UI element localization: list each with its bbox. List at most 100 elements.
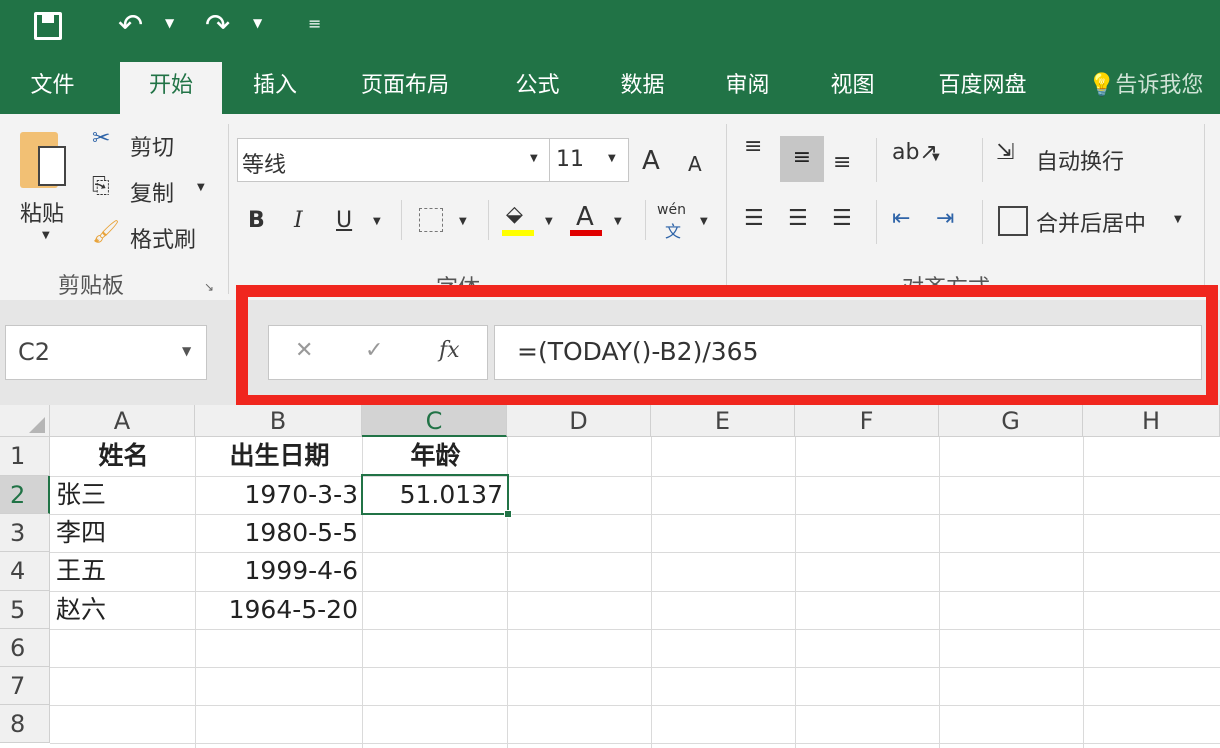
column-header-G[interactable]: G (939, 405, 1083, 437)
font-color-button[interactable]: A (576, 202, 594, 232)
grid-line (795, 437, 796, 748)
row-header-7[interactable]: 7 (0, 667, 50, 705)
cell-A2[interactable]: 张三 (56, 476, 191, 514)
tab-page-layout[interactable]: 页面布局 (345, 62, 465, 114)
cell-B1[interactable]: 出生日期 (201, 437, 358, 475)
ribbon-home: 粘贴 ▼ ✂ 剪切 ⎘ 复制 ▼ 🖌 格式刷 剪贴板 ↘ 等线 ▼ 11 ▼ A A… (0, 114, 1220, 304)
redo-icon[interactable]: ↷ (205, 8, 230, 43)
decrease-font-size-button[interactable]: A (688, 152, 702, 176)
copy-button[interactable]: 复制 (130, 176, 174, 208)
cell-B4[interactable]: 1999-4-6 (201, 552, 358, 590)
column-header-H[interactable]: H (1083, 405, 1220, 437)
tab-baidu-netdisk[interactable]: 百度网盘 (920, 62, 1045, 114)
tab-review[interactable]: 审阅 (705, 62, 790, 114)
chevron-down-icon[interactable]: ▼ (459, 216, 467, 227)
grid-line (651, 437, 652, 748)
row-header-4[interactable]: 4 (0, 552, 50, 591)
phonetic-guide-icon[interactable]: 文 (665, 218, 681, 242)
orientation-icon[interactable]: ab↗ (892, 140, 938, 165)
copy-icon: ⎘ (92, 174, 110, 199)
cell-A3[interactable]: 李四 (56, 514, 191, 552)
borders-icon[interactable] (419, 208, 443, 232)
grid-line (50, 667, 1220, 668)
undo-icon[interactable]: ↶ (118, 8, 143, 43)
paste-icon[interactable] (20, 132, 66, 188)
align-top-icon[interactable]: ≡ (744, 134, 762, 159)
cell-C1[interactable]: 年龄 (368, 437, 503, 475)
cell-A1[interactable]: 姓名 (56, 437, 191, 475)
cut-button[interactable]: 剪切 (130, 130, 174, 162)
bold-button[interactable]: B (248, 208, 265, 233)
name-box[interactable]: C2 ▼ (5, 325, 207, 380)
align-center-icon[interactable]: ☰ (788, 206, 808, 231)
format-painter-button[interactable]: 格式刷 (130, 222, 196, 254)
save-icon[interactable] (34, 12, 62, 40)
row-header-6[interactable]: 6 (0, 629, 50, 667)
active-cell-c2[interactable] (361, 474, 509, 515)
fill-handle[interactable] (504, 510, 512, 518)
chevron-down-icon[interactable]: ▼ (42, 230, 50, 241)
decrease-indent-icon[interactable]: ⇤ (892, 206, 910, 231)
row-header-3[interactable]: 3 (0, 514, 50, 552)
row-header-1[interactable]: 1 (0, 437, 50, 476)
tab-insert[interactable]: 插入 (235, 62, 315, 114)
increase-font-size-button[interactable]: A (642, 146, 660, 176)
font-color-swatch (570, 230, 602, 236)
chevron-down-icon[interactable]: ▼ (700, 216, 708, 227)
font-size-select[interactable]: 11 ▼ (549, 138, 629, 182)
row-header-5[interactable]: 5 (0, 591, 50, 629)
format-painter-icon: 🖌 (92, 220, 120, 245)
merge-center-button[interactable]: 合并后居中 (1036, 206, 1146, 238)
tab-file[interactable]: 文件 (10, 62, 95, 114)
chevron-down-icon[interactable]: ▼ (197, 182, 205, 193)
cell-B5[interactable]: 1964-5-20 (201, 591, 358, 629)
font-size-value: 11 (556, 147, 584, 172)
tab-view[interactable]: 视图 (810, 62, 895, 114)
cell-B2[interactable]: 1970-3-3 (201, 476, 358, 514)
phonetic-guide-top[interactable]: wén (657, 202, 686, 218)
dialog-launcher-icon[interactable]: ↘ (204, 280, 214, 294)
increase-indent-icon[interactable]: ⇥ (936, 206, 954, 231)
underline-button[interactable]: U (336, 208, 352, 233)
align-left-icon[interactable]: ☰ (744, 206, 764, 231)
chevron-down-icon[interactable]: ▼ (1174, 214, 1182, 225)
tell-me-search[interactable]: 💡告诉我您 (1088, 62, 1220, 114)
align-middle-button[interactable]: ≡ (780, 136, 824, 182)
column-header-D[interactable]: D (507, 405, 651, 437)
align-bottom-icon[interactable]: ≡ (833, 150, 851, 175)
tab-data[interactable]: 数据 (600, 62, 685, 114)
cell-A4[interactable]: 王五 (56, 552, 191, 590)
column-header-C[interactable]: C (362, 405, 507, 437)
row-header-2[interactable]: 2 (0, 476, 50, 514)
column-header-E[interactable]: E (651, 405, 795, 437)
font-name-select[interactable]: 等线 ▼ (237, 138, 550, 182)
cell-B3[interactable]: 1980-5-5 (201, 514, 358, 552)
chevron-down-icon[interactable]: ▼ (373, 216, 381, 227)
ribbon-tabs: 文件 开始 插入 页面布局 公式 数据 审阅 视图 百度网盘 💡告诉我您 (0, 62, 1220, 114)
chevron-down-icon[interactable]: ▼ (932, 152, 940, 163)
merge-center-icon (998, 206, 1028, 236)
chevron-down-icon[interactable]: ▼ (545, 216, 553, 227)
grid-line (50, 705, 1220, 706)
quick-access-toolbar: ↶ ▼ ↷ ▼ ≡ (0, 0, 1220, 62)
chevron-down-icon[interactable]: ▼ (165, 16, 174, 30)
wrap-text-button[interactable]: 自动换行 (1036, 144, 1124, 176)
column-header-B[interactable]: B (195, 405, 362, 437)
chevron-down-icon[interactable]: ▼ (614, 216, 622, 227)
row-header-8[interactable]: 8 (0, 705, 50, 743)
column-header-F[interactable]: F (795, 405, 939, 437)
tab-home[interactable]: 开始 (120, 62, 222, 114)
tell-me-label: 告诉我您 (1115, 73, 1204, 98)
align-right-icon[interactable]: ☰ (832, 206, 852, 231)
paste-button[interactable]: 粘贴 (20, 196, 64, 228)
chevron-down-icon[interactable]: ▼ (253, 16, 262, 30)
clipboard-group-label: 剪贴板 (58, 274, 125, 299)
tab-formulas[interactable]: 公式 (495, 62, 580, 114)
select-all-corner[interactable] (0, 405, 50, 437)
column-header-A[interactable]: A (50, 405, 195, 437)
fill-color-icon[interactable]: ⬙ (506, 202, 523, 227)
customize-icon[interactable]: ≡ (308, 14, 321, 33)
italic-button[interactable]: I (294, 208, 303, 233)
wrap-text-icon: ⇲ (996, 140, 1015, 165)
cell-A5[interactable]: 赵六 (56, 591, 191, 629)
